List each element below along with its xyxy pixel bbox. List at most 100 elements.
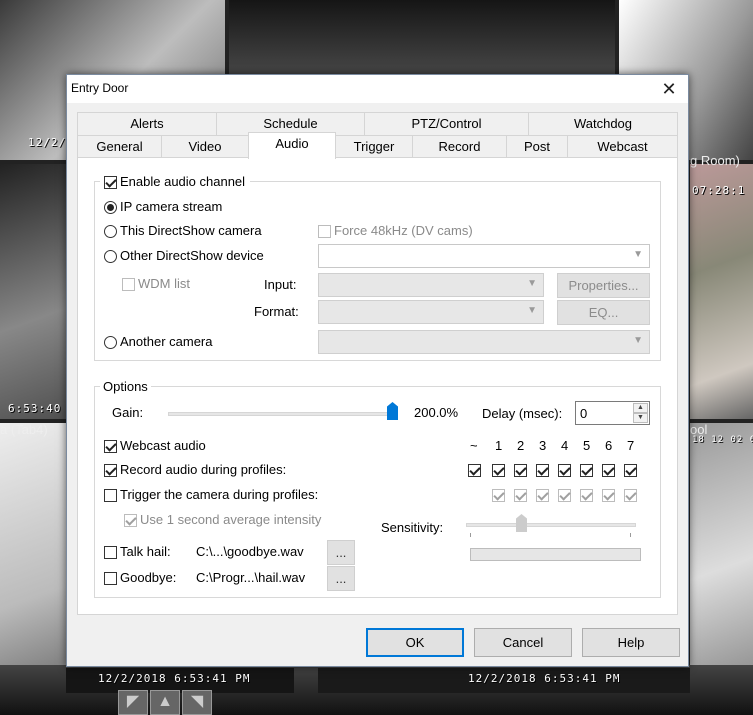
format-label: Format: xyxy=(254,304,299,319)
webcast-audio-label: Webcast audio xyxy=(120,438,206,453)
trigger-camera-checkbox[interactable] xyxy=(104,489,117,502)
wdm-list-checkbox[interactable] xyxy=(122,278,135,291)
tab-trigger[interactable]: Trigger xyxy=(335,135,413,158)
ptz-up-button[interactable]: ▲ xyxy=(150,690,180,715)
profile-header: ~ xyxy=(470,438,478,453)
cancel-button[interactable]: Cancel xyxy=(474,628,572,657)
profile-header: 7 xyxy=(627,438,635,453)
record-profile-checkbox-4[interactable] xyxy=(558,464,571,477)
directshow-device-select[interactable]: ▼ xyxy=(318,244,650,268)
delay-label: Delay (msec): xyxy=(482,406,563,421)
record-profile-checkbox-3[interactable] xyxy=(536,464,549,477)
options-group-title: Options xyxy=(100,379,151,394)
ptz-right-button[interactable]: ◥ xyxy=(182,690,212,715)
tab-general[interactable]: General xyxy=(77,135,162,158)
tab-webcast[interactable]: Webcast xyxy=(567,135,678,158)
profile-header: 1 xyxy=(495,438,503,453)
delay-value: 0 xyxy=(580,406,588,421)
this-directshow-radio[interactable] xyxy=(104,225,117,238)
tab-ptz-control[interactable]: PTZ/Control xyxy=(364,112,529,135)
record-profile-checkbox-2[interactable] xyxy=(514,464,527,477)
record-audio-checkbox[interactable] xyxy=(104,464,117,477)
enable-audio-checkbox[interactable] xyxy=(104,176,117,189)
input-label: Input: xyxy=(264,277,297,292)
ip-camera-stream-label: IP camera stream xyxy=(120,199,223,214)
window-title: Entry Door xyxy=(71,81,129,95)
this-directshow-label: This DirectShow camera xyxy=(120,223,262,238)
audio-level-meter xyxy=(470,548,641,561)
camera-settings-dialog: Entry Door ✕ Alerts Schedule PTZ/Control… xyxy=(66,74,689,667)
ptz-left-button[interactable]: ◤ xyxy=(118,690,148,715)
gain-value: 200.0% xyxy=(414,405,459,420)
goodbye-browse-button[interactable]: ... xyxy=(327,566,355,591)
record-audio-label: Record audio during profiles: xyxy=(120,462,287,477)
gain-slider-track[interactable] xyxy=(168,412,398,416)
another-camera-radio[interactable] xyxy=(104,336,117,349)
use-average-label: Use 1 second average intensity xyxy=(140,512,322,527)
chevron-down-icon: ▼ xyxy=(527,305,537,316)
sensitivity-slider-track[interactable] xyxy=(466,523,636,527)
tab-video[interactable]: Video xyxy=(161,135,249,158)
close-icon[interactable]: ✕ xyxy=(656,77,682,101)
talk-hail-checkbox[interactable] xyxy=(104,546,117,559)
chevron-down-icon: ▼ xyxy=(527,278,537,289)
other-directshow-label: Other DirectShow device xyxy=(120,248,264,263)
enable-audio-label: Enable audio channel xyxy=(120,174,246,189)
another-camera-select[interactable]: ▼ xyxy=(318,330,650,354)
goodbye-checkbox[interactable] xyxy=(104,572,117,585)
camera-timestamp: 12/2/2018 6:53:41 PM xyxy=(468,672,621,685)
goodbye-file: C:\Progr...\hail.wav xyxy=(196,570,306,585)
profile-header: 3 xyxy=(539,438,547,453)
use-average-checkbox[interactable] xyxy=(124,514,137,527)
delay-spinner[interactable]: 0 ▲ ▼ xyxy=(575,401,650,425)
tab-post[interactable]: Post xyxy=(506,135,568,158)
chevron-down-icon: ▼ xyxy=(633,335,643,346)
talk-hail-browse-button[interactable]: ... xyxy=(327,540,355,565)
record-profile-checkbox-0[interactable] xyxy=(468,464,481,477)
trigger-profile-checkbox-6[interactable] xyxy=(602,489,615,502)
another-camera-label: Another camera xyxy=(120,334,213,349)
record-profile-checkbox-6[interactable] xyxy=(602,464,615,477)
profile-header: 2 xyxy=(517,438,525,453)
properties-button[interactable]: Properties... xyxy=(557,273,650,298)
trigger-profile-checkbox-5[interactable] xyxy=(580,489,593,502)
sensitivity-label: Sensitivity: xyxy=(381,520,444,535)
chevron-down-icon: ▼ xyxy=(633,249,643,260)
record-profile-checkbox-7[interactable] xyxy=(624,464,637,477)
tab-record[interactable]: Record xyxy=(412,135,507,158)
ok-button[interactable]: OK xyxy=(366,628,464,657)
slider-tick xyxy=(630,533,631,537)
audio-tab-panel: Enable audio channel IP camera stream Th… xyxy=(77,157,678,615)
wdm-list-label: WDM list xyxy=(138,276,190,291)
arrow-left-icon: ◤ xyxy=(126,693,140,710)
spin-down-icon[interactable]: ▼ xyxy=(633,413,648,423)
camera-tile: 12/2/2018 6:53:41 PM xyxy=(66,668,294,693)
profile-header: 5 xyxy=(583,438,591,453)
trigger-profile-checkbox-2[interactable] xyxy=(514,489,527,502)
camera-label: ool xyxy=(690,422,708,437)
trigger-profile-checkbox-3[interactable] xyxy=(536,489,549,502)
tab-alerts[interactable]: Alerts xyxy=(77,112,217,135)
trigger-profile-checkbox-7[interactable] xyxy=(624,489,637,502)
record-profile-checkbox-5[interactable] xyxy=(580,464,593,477)
spin-up-icon[interactable]: ▲ xyxy=(633,403,648,413)
camera-tile: 12/2/2018 6:53:41 PM xyxy=(318,668,690,693)
help-button[interactable]: Help xyxy=(582,628,680,657)
trigger-profile-checkbox-4[interactable] xyxy=(558,489,571,502)
camera-timestamp: 07:28:1 xyxy=(692,184,746,197)
other-directshow-radio[interactable] xyxy=(104,250,117,263)
ip-camera-stream-radio[interactable] xyxy=(104,201,117,214)
profile-header: 6 xyxy=(605,438,613,453)
input-select[interactable]: ▼ xyxy=(318,273,544,297)
eq-button[interactable]: EQ... xyxy=(557,300,650,325)
webcast-audio-checkbox[interactable] xyxy=(104,440,117,453)
tab-audio[interactable]: Audio xyxy=(248,132,336,159)
trigger-camera-label: Trigger the camera during profiles: xyxy=(120,487,319,502)
trigger-profile-checkbox-1[interactable] xyxy=(492,489,505,502)
talk-hail-label: Talk hail: xyxy=(120,544,171,559)
tab-watchdog[interactable]: Watchdog xyxy=(528,112,678,135)
slider-tick xyxy=(470,533,471,537)
format-select[interactable]: ▼ xyxy=(318,300,544,324)
record-profile-checkbox-1[interactable] xyxy=(492,464,505,477)
force-48khz-checkbox[interactable] xyxy=(318,225,331,238)
